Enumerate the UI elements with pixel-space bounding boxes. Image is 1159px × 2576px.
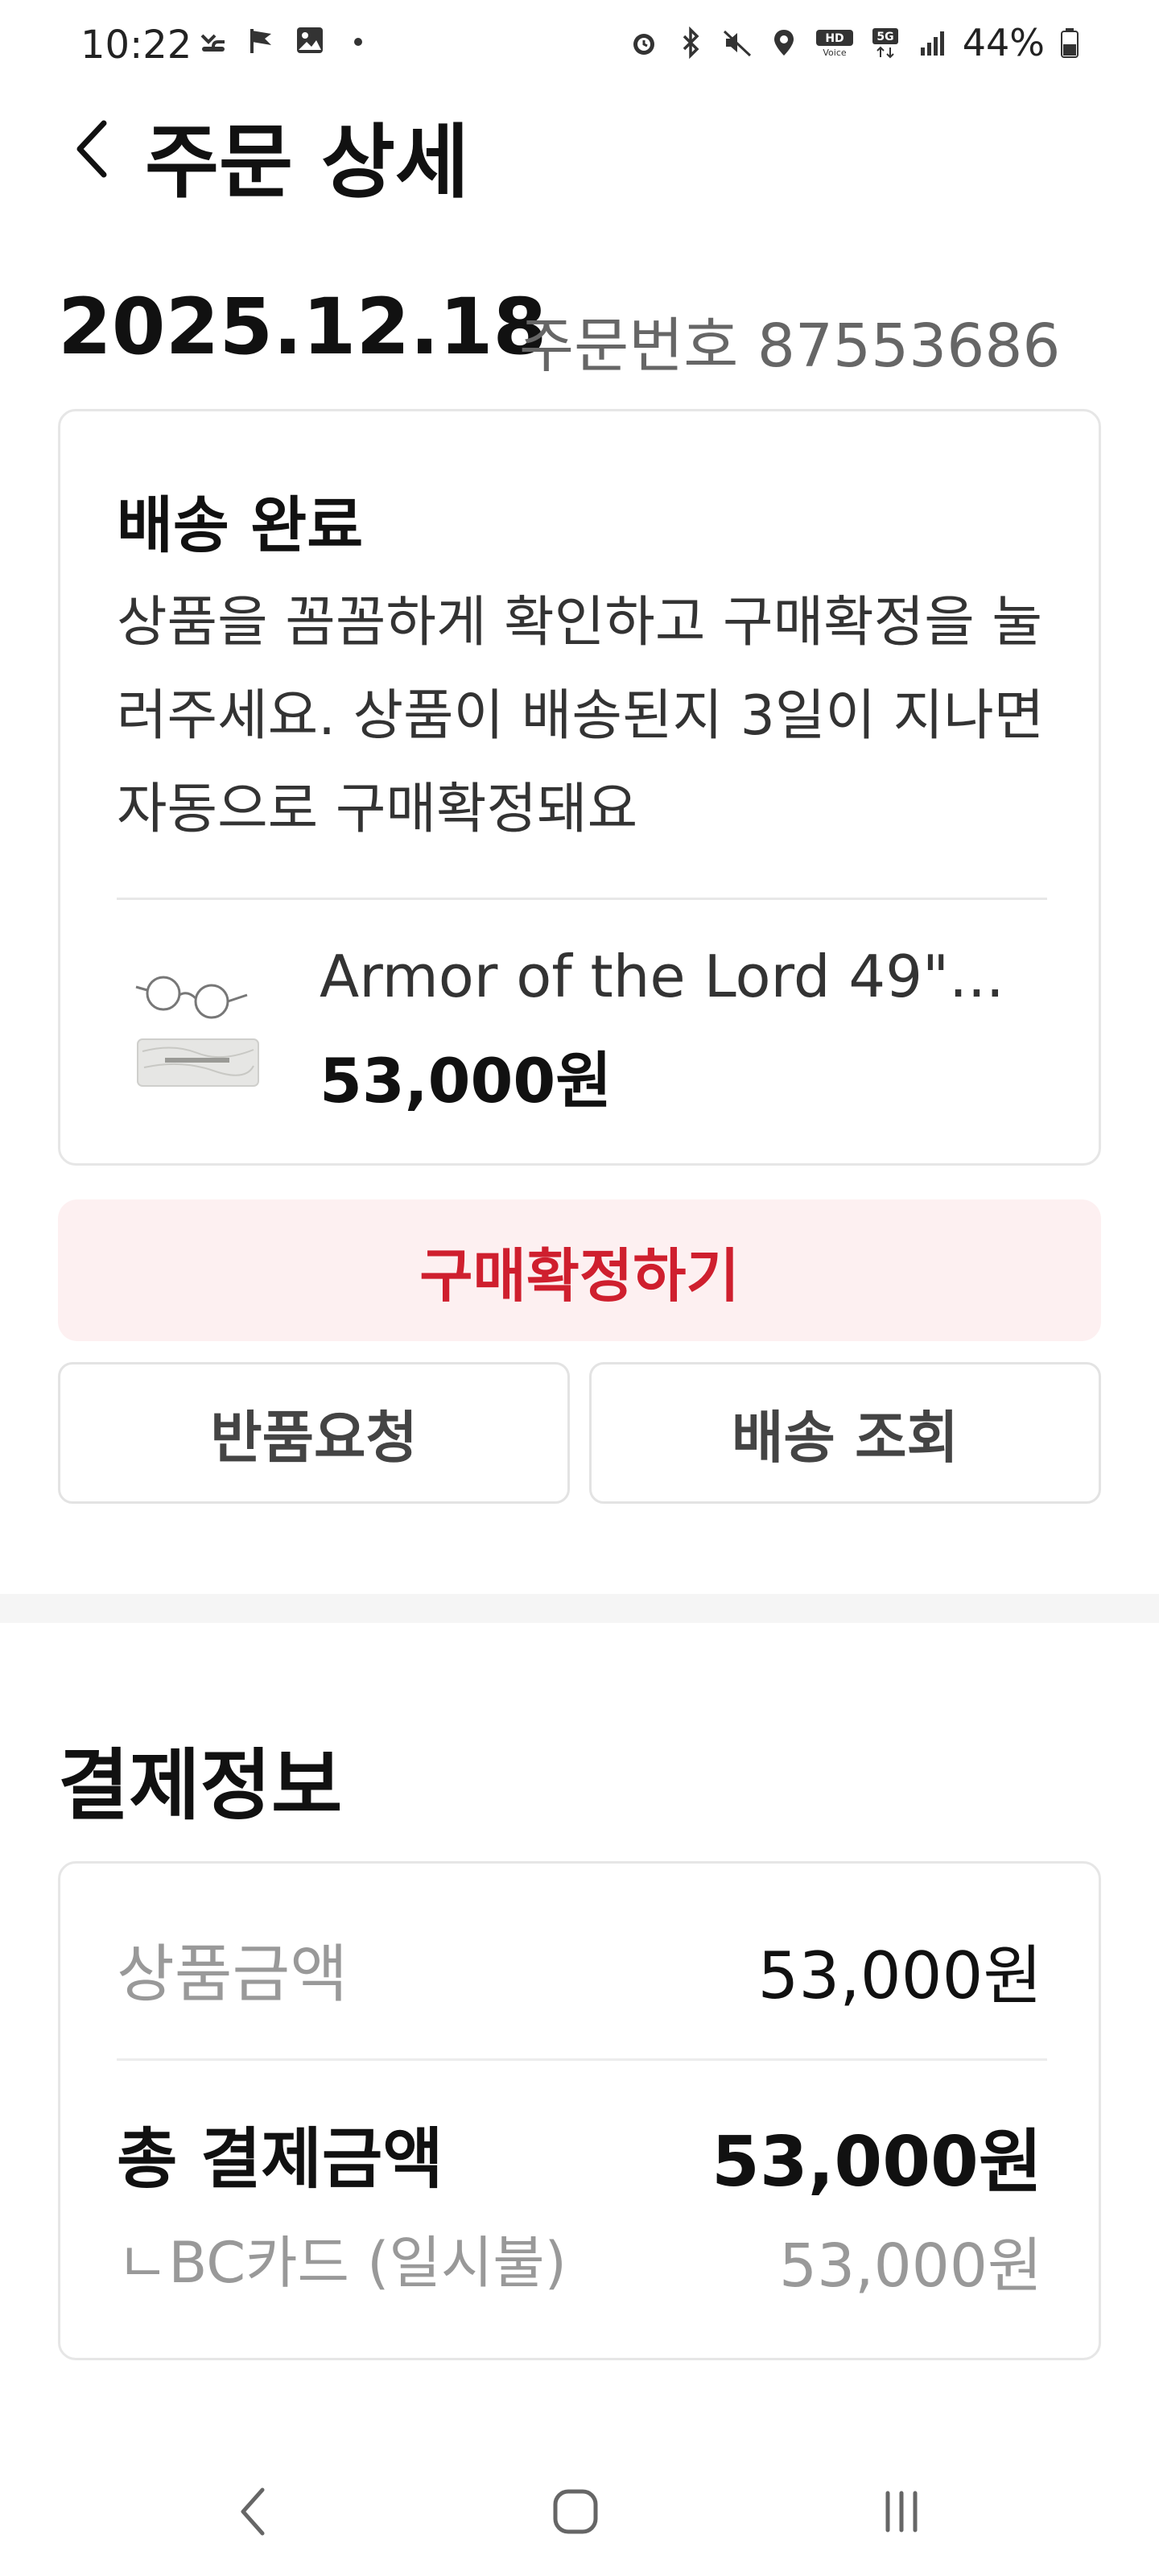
nav-home-button[interactable] <box>527 2471 624 2552</box>
status-left-icons <box>197 24 374 56</box>
nav-recents-button[interactable] <box>853 2471 950 2552</box>
divider <box>117 2058 1047 2061</box>
svg-text:HD: HD <box>825 32 843 45</box>
subtotal-value: 53,000원 <box>757 1938 1042 2013</box>
alarm-icon <box>633 34 654 55</box>
total-label: 총 결제금액 <box>117 2121 443 2198</box>
order-number: 주문번호 87553686 <box>519 312 1061 381</box>
product-name[interactable]: Armor of the Lord 49"... <box>320 943 1028 1010</box>
location-icon <box>773 30 794 56</box>
page-title: 주문 상세 <box>145 115 469 209</box>
delivery-description: 상품을 꼼꼼하게 확인하고 구매확정을 눌러주세요. 상품이 배송된지 3일이 … <box>117 591 1045 841</box>
payment-method-label: ㄴBC카드 (일시불) <box>117 2230 567 2296</box>
signal-icon <box>920 31 944 56</box>
return-request-button[interactable]: 반품요청 <box>58 1362 570 1504</box>
hd-voice-icon: HD Voice <box>815 30 853 58</box>
order-date: 2025.12.18 <box>58 282 547 372</box>
delivery-status: 배송 완료 <box>117 489 364 561</box>
divider <box>117 898 1047 900</box>
delivery-status-card: 배송 완료 상품을 꼼꼼하게 확인하고 구매확정을 눌러주세요. 상품이 배송된… <box>58 409 1101 1166</box>
product-price: 53,000원 <box>320 1045 612 1117</box>
payment-method-value: 53,000원 <box>778 2231 1042 2301</box>
flag-icon <box>250 29 271 53</box>
back-button[interactable] <box>56 105 129 193</box>
chevron-left-icon <box>76 120 107 178</box>
subtotal-label: 상품금액 <box>117 1938 349 2011</box>
status-time: 10:22 <box>80 23 192 68</box>
battery-percentage: 44% <box>962 21 1045 64</box>
nav-back-button[interactable] <box>205 2471 302 2552</box>
svg-text:Voice: Voice <box>823 47 847 58</box>
5g-icon: 5G <box>872 28 898 59</box>
confirm-purchase-button[interactable]: 구매확정하기 <box>58 1199 1101 1341</box>
nav-back-icon <box>241 2487 265 2536</box>
image-icon <box>297 27 323 53</box>
payment-title: 결제정보 <box>58 1740 343 1831</box>
mute-icon <box>723 30 751 57</box>
svg-text:5G: 5G <box>876 31 893 43</box>
status-right: HD Voice 5G 44% <box>628 21 1080 64</box>
bluetooth-icon <box>683 27 699 59</box>
nav-recents-icon <box>885 2491 918 2533</box>
dot-icon <box>354 38 362 46</box>
missed-call-icon <box>200 34 225 52</box>
nav-home-icon <box>553 2489 598 2534</box>
battery-icon <box>1061 28 1079 58</box>
status-bar: 10:22 HD Voice 5G 44% <box>0 0 1159 97</box>
track-delivery-button[interactable]: 배송 조회 <box>589 1362 1101 1504</box>
system-nav-bar <box>0 2447 1159 2576</box>
payment-card: 상품금액 53,000원 총 결제금액 53,000원 ㄴBC카드 (일시불) … <box>58 1861 1101 2360</box>
total-value: 53,000원 <box>711 2122 1042 2202</box>
product-thumbnail[interactable] <box>133 963 262 1100</box>
section-divider <box>0 1594 1159 1623</box>
